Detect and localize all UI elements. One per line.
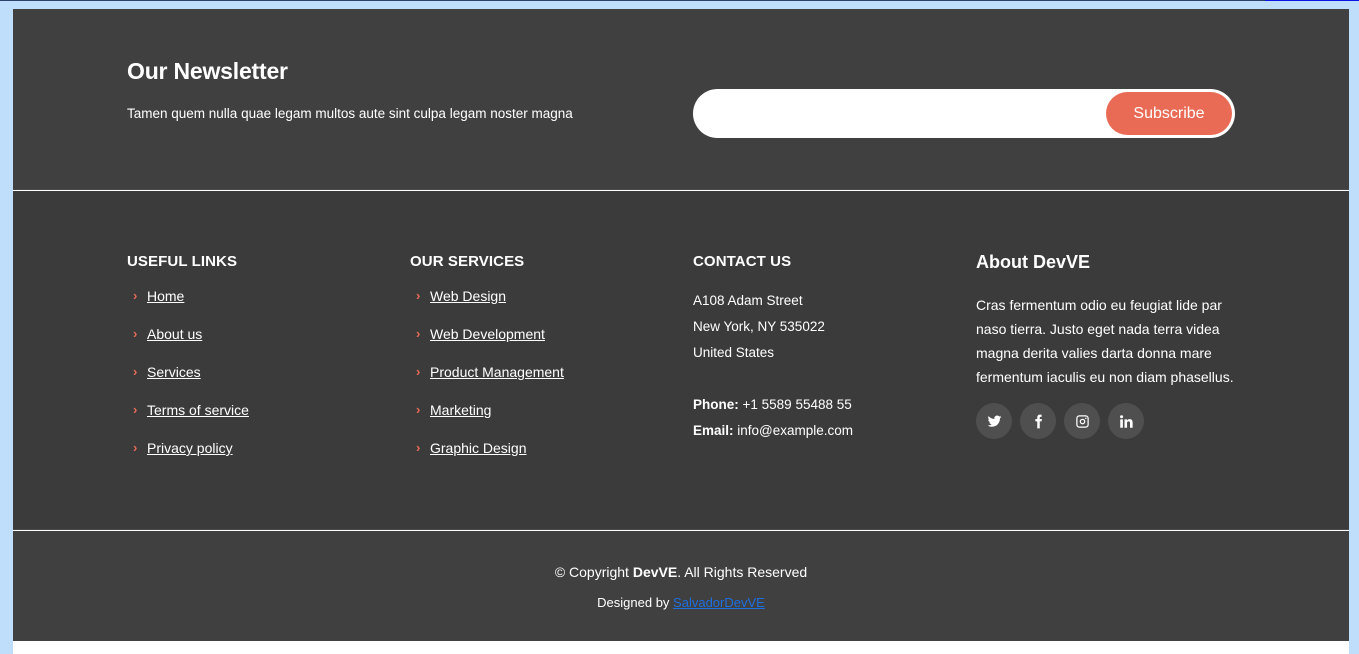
footer-bottom: © Copyright DevVE. All Rights Reserved D… [13,531,1349,641]
copyright-suffix: . All Rights Reserved [677,564,808,580]
window-top-accent [1265,0,1359,1]
link-services[interactable]: Services [147,364,201,380]
phone-value: +1 5589 55488 55 [742,397,852,412]
useful-link-item: › Terms of service [127,402,249,440]
copyright-prefix: © Copyright [554,564,633,580]
address-line-1: A108 Adam Street [693,293,803,308]
useful-link-item: › Services [127,364,249,402]
link-privacy-policy[interactable]: Privacy policy [147,440,233,456]
instagram-link[interactable] [1064,403,1100,439]
useful-links-heading: USEFUL LINKS [127,253,238,270]
service-link-item: › Web Development [410,326,564,364]
link-graphic-design[interactable]: Graphic Design [430,440,527,456]
useful-links-column: USEFUL LINKS › Home › About us › Services ›… [127,253,249,478]
instagram-icon [1075,414,1089,428]
services-column: OUR SERVICES › Web Design › Web Developmen… [410,253,564,478]
newsletter-form: Subscribe [693,89,1235,138]
credits-text: Designed by SalvadorDevVE [13,595,1349,610]
contact-column: CONTACT US A108 Adam Street New York, NY… [693,253,853,444]
twitter-icon [987,415,1001,427]
chevron-right-icon: › [133,364,138,379]
chevron-right-icon: › [133,326,138,341]
footer-frame: Our Newsletter Tamen quem nulla quae leg… [13,9,1349,654]
newsletter-title: Our Newsletter [127,58,288,84]
link-terms-of-service[interactable]: Terms of service [147,402,249,418]
facebook-icon [1034,414,1042,428]
service-link-item: › Web Design [410,288,564,326]
linkedin-icon [1119,414,1133,428]
window-top-border [0,0,1265,1]
link-about-us[interactable]: About us [147,326,202,342]
contact-email: Email: info@example.com [693,418,853,444]
copyright-text: © Copyright DevVE. All Rights Reserved [13,564,1349,580]
about-heading: About DevVE [976,252,1091,272]
service-link-item: › Product Management [410,364,564,402]
link-web-design[interactable]: Web Design [430,288,506,304]
service-link-item: › Marketing [410,402,564,440]
facebook-link[interactable] [1020,403,1056,439]
link-product-management[interactable]: Product Management [430,364,564,380]
twitter-link[interactable] [976,403,1012,439]
social-links [976,403,1241,439]
subscribe-button[interactable]: Subscribe [1106,92,1232,135]
address-line-3: United States [693,345,775,360]
chevron-right-icon: › [416,364,421,379]
about-text: Cras fermentum odio eu feugiat lide par … [976,297,1234,385]
service-link-item: › Graphic Design [410,440,564,478]
newsletter-email-input[interactable] [707,97,1097,130]
services-heading: OUR SERVICES [410,253,525,270]
useful-link-item: › Privacy policy [127,440,249,478]
address-line-2: New York, NY 535022 [693,319,825,334]
email-label: Email: [693,423,734,438]
copyright-brand: DevVE [632,564,678,580]
link-marketing[interactable]: Marketing [430,402,491,418]
chevron-right-icon: › [133,402,138,417]
linkedin-link[interactable] [1108,403,1144,439]
chevron-right-icon: › [416,288,421,303]
useful-link-item: › Home [127,288,249,326]
newsletter-section: Our Newsletter Tamen quem nulla quae leg… [13,9,1349,190]
chevron-right-icon: › [133,440,138,455]
chevron-right-icon: › [416,326,421,341]
link-web-development[interactable]: Web Development [430,326,545,342]
chevron-right-icon: › [133,288,138,303]
phone-label: Phone: [693,397,739,412]
link-home[interactable]: Home [147,288,184,304]
email-value: info@example.com [737,423,854,438]
chevron-right-icon: › [416,402,421,417]
designer-link[interactable]: SalvadorDevVE [673,595,765,610]
contact-phone: Phone: +1 5589 55488 55 [693,392,853,418]
contact-heading: CONTACT US [693,253,792,270]
about-column: About DevVE Cras fermentum odio eu feugi… [976,252,1241,439]
footer-links-section: USEFUL LINKS › Home › About us › Services ›… [13,191,1349,530]
designed-by-label: Designed by [597,595,674,610]
useful-link-item: › About us [127,326,249,364]
newsletter-description: Tamen quem nulla quae legam multos aute … [127,106,573,121]
chevron-right-icon: › [416,440,421,455]
